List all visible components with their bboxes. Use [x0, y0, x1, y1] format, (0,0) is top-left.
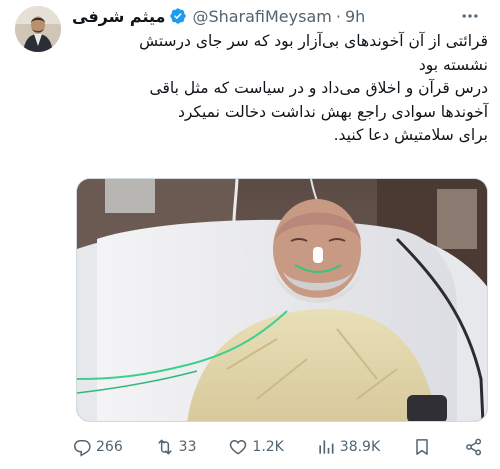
tweet-text: قرائتی از آن آخوندهای بی‌آزار بود که سر …	[72, 30, 488, 148]
views-count: 38.9K	[339, 439, 381, 455]
tweet-media-image[interactable]	[76, 178, 488, 422]
bookmark-icon	[416, 439, 428, 455]
views-button[interactable]: 38.9K	[316, 437, 380, 457]
tweet-text-line: آخوندها سوادی راجع بهش نداشت دخالت نمیکر…	[177, 102, 488, 121]
heart-icon	[230, 439, 247, 455]
reply-button[interactable]: 266	[72, 437, 123, 457]
bookmark-button[interactable]	[412, 437, 432, 457]
tweet-actions: 266 33 1.2K 38.9K	[72, 432, 484, 462]
retweet-icon	[158, 439, 172, 455]
like-button[interactable]: 1.2K	[228, 437, 284, 457]
reply-icon	[74, 439, 91, 457]
tweet-text-line: برای سلامتیش دعا کنید.	[333, 126, 488, 144]
retweet-count: 33	[178, 439, 197, 455]
tweet-header: میثم شرفی @SharafiMeysam · 9h	[72, 2, 432, 30]
tweet-text-line: درس قرآن و اخلاق می‌داد و در سیاست که مث…	[149, 79, 488, 97]
tweet-text-line: نشسته بود	[418, 55, 488, 74]
author-handle[interactable]: @SharafiMeysam	[192, 7, 331, 26]
like-count: 1.2K	[252, 439, 284, 455]
header-separator: ·	[335, 6, 341, 26]
reply-count: 266	[96, 439, 123, 455]
tweet-text-line: قرائتی از آن آخوندهای بی‌آزار بود که سر …	[139, 32, 488, 50]
tweet-timestamp[interactable]: 9h	[345, 7, 365, 26]
author-display-name[interactable]: میثم شرفی	[72, 7, 165, 26]
avatar-image	[15, 6, 61, 52]
verified-badge-icon	[170, 8, 187, 24]
avatar[interactable]	[15, 6, 61, 52]
more-options-icon[interactable]	[460, 6, 480, 26]
analytics-icon	[319, 440, 334, 454]
retweet-button[interactable]: 33	[155, 437, 197, 457]
share-button[interactable]	[464, 437, 484, 457]
hospital-photo	[77, 179, 487, 421]
share-icon	[466, 438, 482, 456]
